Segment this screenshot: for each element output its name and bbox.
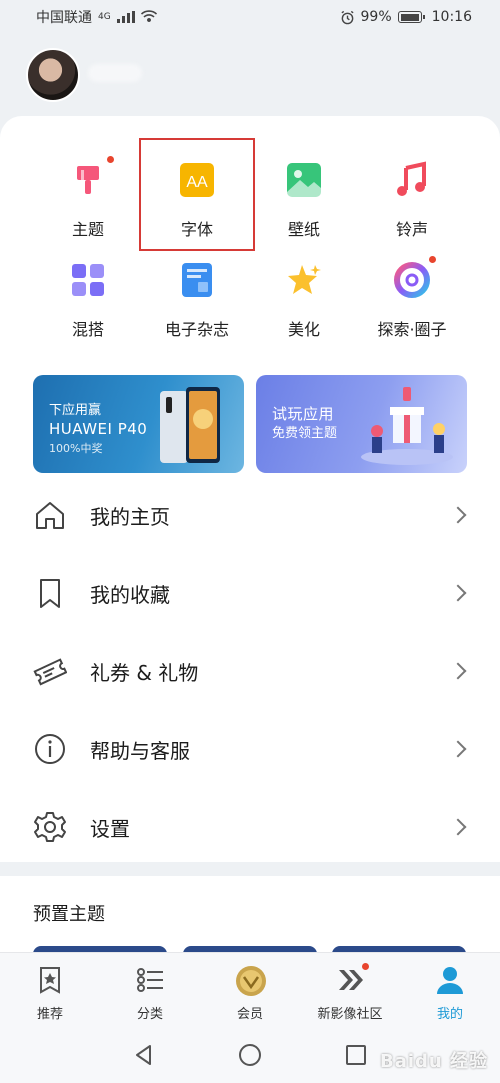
menu-item-coupons[interactable]: 礼券 & 礼物 <box>0 632 500 710</box>
menu-label: 帮助与客服 <box>90 738 190 763</box>
promo-banner-p40[interactable]: 下应用赢 HUAWEI P40 100%中奖 <box>33 375 244 473</box>
grid-item-mix[interactable]: 混搭 <box>33 260 143 340</box>
bottom-tab-bar: 推荐 分类 会员 新影像社区 我的 <box>0 952 500 1028</box>
star-bookmark-icon <box>35 965 65 995</box>
highlight-box <box>139 138 255 251</box>
home-circle-icon[interactable] <box>238 1043 262 1067</box>
chevron-right-icon <box>449 506 467 524</box>
status-bar: 中国联通 4G 99% 10:16 <box>0 0 500 34</box>
banner-line: HUAWEI P40 <box>49 420 148 438</box>
banner-line: 免费领主题 <box>272 426 338 441</box>
tab-label: 分类 <box>136 1007 163 1022</box>
grid-label: 混搭 <box>71 320 104 339</box>
section-title: 预置主题 <box>33 904 105 925</box>
system-nav-bar: Baidu 经验 <box>0 1028 500 1083</box>
grid-item-beautify[interactable]: 美化 <box>249 260 359 340</box>
grid-label: 美化 <box>287 320 320 339</box>
magazine-icon <box>177 260 217 300</box>
brush-icon <box>68 156 114 200</box>
grid-item-theme[interactable]: 主题 <box>33 156 143 240</box>
grid-label: 电子杂志 <box>164 320 229 339</box>
mix-grid-icon <box>68 260 108 300</box>
wallpaper-icon <box>284 160 324 200</box>
menu-item-settings[interactable]: 设置 <box>0 788 500 866</box>
chevron-right-icon <box>449 662 467 680</box>
gift-illustration <box>361 387 453 465</box>
recents-icon[interactable] <box>344 1043 368 1067</box>
chevron-right-icon <box>449 740 467 758</box>
menu-item-help[interactable]: 帮助与客服 <box>0 710 500 788</box>
vip-badge-icon <box>235 965 266 996</box>
wifi-icon <box>140 10 157 22</box>
tab-vip[interactable]: 会员 <box>200 965 300 1022</box>
avatar[interactable] <box>26 48 80 102</box>
new-badge <box>107 156 114 163</box>
grid-label: 主题 <box>71 220 104 239</box>
signal-icon <box>116 11 135 23</box>
alarm-icon <box>340 10 354 24</box>
grid-item-wallpaper[interactable]: 壁纸 <box>249 160 359 240</box>
new-badge <box>362 963 369 970</box>
menu-label: 我的收藏 <box>90 582 170 607</box>
tab-recommend[interactable]: 推荐 <box>0 965 100 1022</box>
banner-line: 试玩应用 <box>272 405 335 423</box>
menu-label: 礼券 & 礼物 <box>90 660 199 685</box>
person-icon <box>435 965 465 995</box>
chevrons-icon <box>335 963 369 995</box>
list-icon <box>135 965 165 995</box>
ticket-icon <box>33 658 67 686</box>
carrier-label: 中国联通 <box>36 10 92 26</box>
music-note-icon <box>392 160 432 200</box>
battery-percent: 99% <box>360 9 392 25</box>
tab-mine[interactable]: 我的 <box>400 965 500 1022</box>
star-icon <box>284 260 324 300</box>
banner-line: 下应用赢 <box>49 403 102 418</box>
tab-label: 会员 <box>236 1007 263 1022</box>
tab-category[interactable]: 分类 <box>100 965 200 1022</box>
back-icon[interactable] <box>132 1043 156 1067</box>
chevron-right-icon <box>449 818 467 836</box>
info-icon <box>35 734 65 764</box>
tab-label: 推荐 <box>36 1007 63 1022</box>
tab-community[interactable]: 新影像社区 <box>300 963 400 1022</box>
grid-item-magazine[interactable]: 电子杂志 <box>142 260 252 340</box>
new-badge <box>429 256 436 263</box>
banner-line: 100%中奖 <box>49 442 103 455</box>
tab-label: 我的 <box>436 1007 463 1022</box>
grid-label: 壁纸 <box>287 220 320 239</box>
tab-label: 新影像社区 <box>317 1007 383 1022</box>
gear-icon <box>34 812 66 842</box>
menu-label: 设置 <box>90 816 130 841</box>
home-icon <box>36 502 64 529</box>
clock: 10:16 <box>431 9 472 25</box>
promo-banner-trial[interactable]: 试玩应用 免费领主题 <box>256 375 467 473</box>
bookmark-icon <box>40 579 60 608</box>
grid-item-ringtone[interactable]: 铃声 <box>357 160 467 240</box>
menu-label: 我的主页 <box>90 504 170 529</box>
chevron-right-icon <box>449 584 467 602</box>
network-type: 4G <box>98 12 111 22</box>
grid-item-explore[interactable]: 探索·圈子 <box>357 256 467 340</box>
grid-label: 探索·圈子 <box>377 320 447 339</box>
main-card: 主题 AA 字体 壁纸 铃声 混搭 电子杂志 美化 探索·圈子 下应用赢 HUA… <box>0 116 500 862</box>
username-redacted <box>88 64 142 82</box>
explore-circle-icon <box>392 256 436 300</box>
grid-label: 铃声 <box>395 220 428 239</box>
preset-themes-section: 预置主题 <box>0 876 500 956</box>
menu-item-favorites[interactable]: 我的收藏 <box>0 554 500 632</box>
watermark: Baidu 经验 <box>379 1051 488 1072</box>
phone-image <box>160 387 220 463</box>
battery-icon <box>397 11 425 23</box>
menu-item-homepage[interactable]: 我的主页 <box>0 476 500 554</box>
